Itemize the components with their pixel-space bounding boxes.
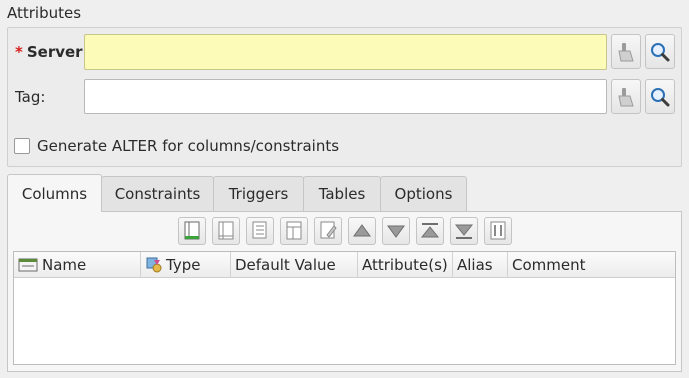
header-attributes[interactable]: Attribute(s) [358, 252, 453, 278]
required-indicator: * [15, 43, 23, 61]
insert-column-button[interactable] [212, 217, 240, 245]
edit-column-button[interactable] [280, 217, 308, 245]
header-type-label: Type [166, 256, 201, 274]
tag-search-button[interactable] [645, 79, 675, 114]
edit-data-button[interactable] [314, 217, 342, 245]
tab-constraints-label: Constraints [114, 185, 201, 203]
add-column-icon [184, 221, 200, 240]
header-comment[interactable]: Comment [508, 252, 675, 278]
tab-tables[interactable]: Tables [303, 176, 381, 211]
split-column-button[interactable] [484, 217, 512, 245]
move-down-icon [387, 225, 405, 238]
header-alias-label: Alias [457, 256, 493, 274]
tag-input[interactable] [84, 79, 607, 114]
data-type-icon [146, 257, 162, 273]
magnifier-icon [651, 87, 670, 106]
move-up-button[interactable] [348, 217, 376, 245]
insert-column-icon [218, 221, 234, 240]
header-attributes-label: Attribute(s) [362, 256, 448, 274]
duplicate-column-icon [252, 221, 267, 239]
header-default-value[interactable]: Default Value [231, 252, 358, 278]
attributes-group-title: Attributes [7, 4, 82, 22]
column-name-icon [18, 258, 38, 272]
tab-tables-label: Tables [318, 185, 366, 203]
magnifier-icon [651, 42, 670, 61]
generate-alter-checkbox[interactable] [14, 138, 30, 154]
header-comment-label: Comment [512, 256, 586, 274]
move-bottom-icon [454, 224, 474, 239]
tab-options-label: Options [394, 185, 453, 203]
add-column-button[interactable] [178, 217, 206, 245]
split-icon [490, 221, 506, 240]
server-clear-button[interactable] [611, 34, 641, 69]
move-down-button[interactable] [382, 217, 410, 245]
header-name[interactable]: Name [14, 252, 141, 278]
server-input[interactable] [84, 34, 607, 70]
broom-icon [618, 87, 634, 106]
tab-triggers[interactable]: Triggers [213, 176, 304, 211]
tab-options[interactable]: Options [380, 176, 467, 211]
server-label: * Server: [15, 43, 89, 61]
edit-data-icon [320, 221, 337, 239]
header-alias[interactable]: Alias [453, 252, 508, 278]
tab-constraints[interactable]: Constraints [101, 176, 214, 211]
tag-clear-button[interactable] [611, 79, 641, 114]
broom-icon [618, 42, 634, 61]
server-label-text: Server: [26, 43, 89, 61]
header-type[interactable]: Type [141, 252, 231, 278]
generate-alter-label[interactable]: Generate ALTER for columns/constraints [37, 137, 339, 155]
server-search-button[interactable] [645, 34, 675, 69]
tab-columns[interactable]: Columns [7, 174, 102, 212]
tab-columns-label: Columns [21, 184, 88, 203]
move-bottom-button[interactable] [450, 217, 478, 245]
tag-label: Tag: [15, 88, 46, 106]
header-name-label: Name [42, 256, 87, 274]
edit-column-icon [286, 221, 302, 240]
move-up-icon [353, 224, 371, 237]
tab-triggers-label: Triggers [228, 185, 289, 203]
move-top-icon [420, 223, 440, 238]
header-default-value-label: Default Value [235, 256, 336, 274]
duplicate-column-button[interactable] [246, 217, 274, 245]
move-top-button[interactable] [416, 217, 444, 245]
